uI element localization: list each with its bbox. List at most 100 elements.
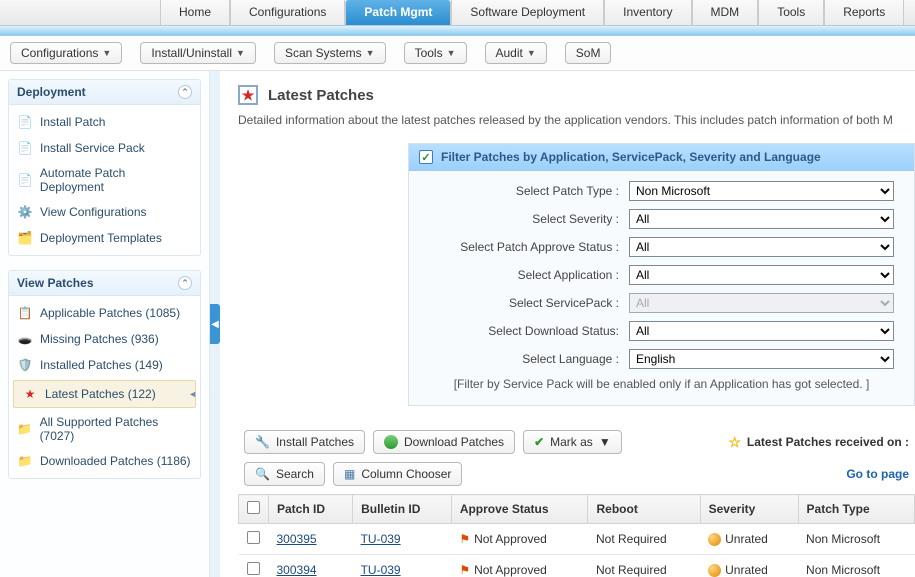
deployment-panel-title: Deployment — [17, 85, 86, 99]
install-patches-label: Install Patches — [276, 435, 354, 449]
reboot-value: Not Required — [588, 524, 700, 555]
view-patches-panel: View Patches ⌃ 📋Applicable Patches (1085… — [8, 270, 201, 479]
toolbar-audit-label: Audit — [496, 46, 523, 60]
install-icon: 🔧 — [255, 435, 270, 449]
col-patch-id[interactable]: Patch ID — [269, 495, 353, 524]
splitter-handle[interactable]: ◀ — [210, 304, 220, 344]
tab-inventory[interactable]: Inventory — [604, 0, 691, 25]
tab-reports[interactable]: Reports — [824, 0, 904, 25]
filter-panel-header[interactable]: ✓ Filter Patches by Application, Service… — [409, 144, 914, 171]
folder-icon: 📁 — [17, 421, 33, 437]
select-application[interactable]: All — [629, 265, 894, 285]
patch-type-value: Non Microsoft — [798, 524, 914, 555]
table-row[interactable]: 300395 TU-039 ⚑Not Approved Not Required… — [239, 524, 915, 555]
sidebar-view-configurations[interactable]: ⚙️View Configurations — [9, 199, 200, 225]
sidebar-installed-patches[interactable]: 🛡️Installed Patches (149) — [9, 352, 200, 378]
toolbar-configurations[interactable]: Configurations▼ — [10, 42, 122, 64]
sidebar-all-supported-patches[interactable]: 📁All Supported Patches (7027) — [9, 410, 200, 448]
bulletin-id-link[interactable]: TU-039 — [361, 563, 401, 577]
sidebar-automate-patch[interactable]: 📄Automate Patch Deployment — [9, 161, 200, 199]
search-button[interactable]: 🔍Search — [244, 462, 325, 486]
tab-software-deployment[interactable]: Software Deployment — [451, 0, 604, 25]
row-checkbox[interactable] — [247, 531, 260, 544]
sidebar-item-label: Deployment Templates — [40, 231, 162, 245]
col-patch-type[interactable]: Patch Type — [798, 495, 914, 524]
sidebar-install-service-pack[interactable]: 📄Install Service Pack — [9, 135, 200, 161]
collapse-icon: ⌃ — [178, 276, 192, 290]
view-patches-panel-header[interactable]: View Patches ⌃ — [9, 271, 200, 296]
latest-patches-received-label: Latest Patches received on : — [747, 435, 909, 449]
install-patches-button[interactable]: 🔧 Install Patches — [244, 430, 365, 454]
sidebar-applicable-patches[interactable]: 📋Applicable Patches (1085) — [9, 300, 200, 326]
go-to-page-link[interactable]: Go to page — [846, 467, 909, 481]
toolbar-install-uninstall[interactable]: Install/Uninstall ▼ — [140, 42, 256, 64]
tab-tools[interactable]: Tools — [758, 0, 824, 25]
document-icon: 📄 — [17, 114, 33, 130]
tab-home[interactable]: Home — [160, 0, 230, 25]
filter-label-application: Select Application : — [429, 268, 629, 282]
folder-icon: 📁 — [17, 453, 33, 469]
sidebar-deployment-templates[interactable]: 🗂️ Deployment Templates — [9, 225, 200, 251]
filter-label-download: Select Download Status: — [429, 324, 629, 338]
sidebar-missing-patches[interactable]: 🕳️Missing Patches (936) — [9, 326, 200, 352]
caret-down-icon: ▼ — [527, 48, 536, 58]
toolbar-tools-label: Tools — [415, 46, 443, 60]
splitter: ◀ — [210, 71, 220, 577]
sidebar-latest-patches[interactable]: ★Latest Patches (122) — [13, 380, 196, 408]
select-severity[interactable]: All — [629, 209, 894, 229]
sidebar-install-patch[interactable]: 📄 Install Patch — [9, 109, 200, 135]
caret-down-icon: ▼ — [236, 48, 245, 58]
mark-as-label: Mark as — [550, 435, 593, 449]
row-checkbox[interactable] — [247, 562, 260, 575]
col-reboot[interactable]: Reboot — [588, 495, 700, 524]
toolbar-audit[interactable]: Audit ▼ — [485, 42, 547, 64]
template-icon: 🗂️ — [17, 230, 33, 246]
select-servicepack[interactable]: All — [629, 293, 894, 313]
severity-icon — [708, 533, 721, 546]
select-patch-type[interactable]: Non Microsoft — [629, 181, 894, 201]
star-icon: ★ — [22, 386, 38, 402]
view-patches-panel-title: View Patches — [17, 276, 94, 290]
select-all-checkbox[interactable] — [247, 501, 260, 514]
select-download-status[interactable]: All — [629, 321, 894, 341]
top-nav: Home Configurations Patch Mgmt Software … — [0, 0, 915, 26]
toolbar-som[interactable]: SoM — [565, 42, 612, 64]
toolbar-install-label: Install/Uninstall — [151, 46, 232, 60]
tab-patch-mgmt[interactable]: Patch Mgmt — [345, 0, 451, 25]
caret-down-icon: ▼ — [447, 48, 456, 58]
filter-panel: ✓ Filter Patches by Application, Service… — [408, 143, 915, 406]
sidebar-item-label: Install Patch — [40, 115, 105, 129]
caret-down-icon: ▼ — [366, 48, 375, 58]
patch-id-link[interactable]: 300394 — [277, 563, 317, 577]
toolbar-scan-label: Scan Systems — [285, 46, 362, 60]
column-chooser-label: Column Chooser — [361, 467, 451, 481]
mark-as-button[interactable]: ✔Mark as▼ — [523, 430, 622, 454]
toolbar-scan-systems[interactable]: Scan Systems ▼ — [274, 42, 386, 64]
col-severity[interactable]: Severity — [700, 495, 798, 524]
sidebar-item-label: Automate Patch Deployment — [40, 166, 192, 194]
grid-icon: ▦ — [344, 467, 355, 481]
select-language[interactable]: English — [629, 349, 894, 369]
col-approve-status[interactable]: Approve Status — [451, 495, 588, 524]
severity-value: Unrated — [725, 532, 768, 546]
patch-id-link[interactable]: 300395 — [277, 532, 317, 546]
main-content: ★ Latest Patches Detailed information ab… — [220, 71, 915, 577]
filter-label-severity: Select Severity : — [429, 212, 629, 226]
filter-label-servicepack: Select ServicePack : — [429, 296, 629, 310]
star-icon: ☆ — [728, 434, 741, 451]
bulletin-id-link[interactable]: TU-039 — [361, 532, 401, 546]
sidebar-item-label: Downloaded Patches (1186) — [40, 454, 191, 468]
select-approve-status[interactable]: All — [629, 237, 894, 257]
secondary-toolbar: Configurations▼ Install/Uninstall ▼ Scan … — [0, 36, 915, 71]
sidebar-downloaded-patches[interactable]: 📁 Downloaded Patches (1186) — [9, 448, 200, 474]
tab-configurations[interactable]: Configurations — [230, 0, 345, 25]
column-chooser-button[interactable]: ▦ Column Chooser — [333, 462, 462, 486]
deployment-panel-header[interactable]: Deployment ⌃ — [9, 80, 200, 105]
check-icon: ✓ — [419, 150, 433, 164]
toolbar-tools[interactable]: Tools ▼ — [404, 42, 467, 64]
flag-icon: ⚑ — [459, 563, 470, 577]
col-bulletin-id[interactable]: Bulletin ID — [353, 495, 452, 524]
tab-mdm[interactable]: MDM — [692, 0, 759, 25]
download-patches-button[interactable]: Download Patches — [373, 430, 515, 454]
severity-value: Unrated — [725, 563, 768, 577]
